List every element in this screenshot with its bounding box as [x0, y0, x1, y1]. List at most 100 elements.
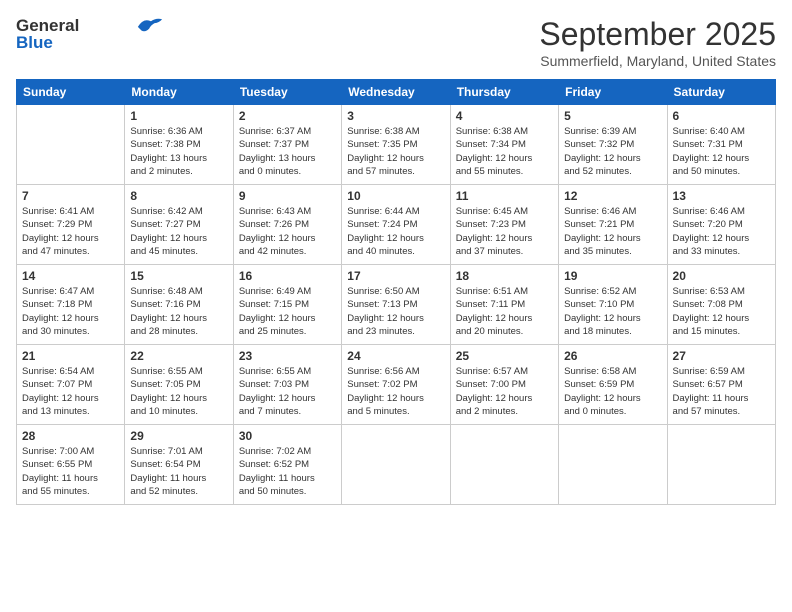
page-header: General Blue September 2025 Summerfield,… [16, 16, 776, 69]
day-of-week-header: Sunday [17, 80, 125, 105]
day-number: 28 [22, 429, 119, 443]
calendar-cell: 27 Sunrise: 6:59 AM Sunset: 6:57 PM Dayli… [667, 345, 775, 425]
day-of-week-header: Tuesday [233, 80, 341, 105]
calendar-cell: 8 Sunrise: 6:42 AM Sunset: 7:27 PM Daylig… [125, 185, 233, 265]
day-number: 25 [456, 349, 553, 363]
week-row: 21Sunrise: 6:54 AM Sunset: 7:07 PM Dayli… [17, 345, 776, 425]
day-number: 1 [130, 109, 227, 123]
logo: General Blue [16, 16, 164, 52]
day-info: Sunrise: 6:45 AM Sunset: 7:23 PM Dayligh… [456, 205, 553, 258]
day-info: Sunrise: 7:02 AM Sunset: 6:52 PM Dayligh… [239, 445, 336, 498]
calendar-cell: 14 Sunrise: 6:47 AM Sunset: 7:18 PM Dayli… [17, 265, 125, 345]
day-number: 30 [239, 429, 336, 443]
day-info: Sunrise: 7:01 AM Sunset: 6:54 PM Dayligh… [130, 445, 227, 498]
day-info: Sunrise: 6:40 AM Sunset: 7:31 PM Dayligh… [673, 125, 770, 178]
day-info: Sunrise: 6:57 AM Sunset: 7:00 PM Dayligh… [456, 365, 553, 418]
calendar-table: SundayMondayTuesdayWednesdayThursdayFrid… [16, 79, 776, 505]
day-number: 22 [130, 349, 227, 363]
calendar-cell: 26 Sunrise: 6:58 AM Sunset: 6:59 PM Dayli… [559, 345, 667, 425]
day-info: Sunrise: 6:41 AM Sunset: 7:29 PM Dayligh… [22, 205, 119, 258]
calendar-cell: 18 Sunrise: 6:51 AM Sunset: 7:11 PM Dayli… [450, 265, 558, 345]
day-number: 19 [564, 269, 661, 283]
calendar-cell: 11 Sunrise: 6:45 AM Sunset: 7:23 PM Dayli… [450, 185, 558, 265]
day-of-week-header: Monday [125, 80, 233, 105]
day-number: 10 [347, 189, 444, 203]
day-info: Sunrise: 6:55 AM Sunset: 7:05 PM Dayligh… [130, 365, 227, 418]
day-number: 23 [239, 349, 336, 363]
day-number: 20 [673, 269, 770, 283]
logo-line2: Blue [16, 34, 164, 53]
day-info: Sunrise: 6:38 AM Sunset: 7:35 PM Dayligh… [347, 125, 444, 178]
calendar-cell [559, 425, 667, 505]
day-info: Sunrise: 6:44 AM Sunset: 7:24 PM Dayligh… [347, 205, 444, 258]
day-number: 15 [130, 269, 227, 283]
calendar-cell: 16Sunrise: 6:49 AM Sunset: 7:15 PM Dayli… [233, 265, 341, 345]
day-number: 5 [564, 109, 661, 123]
day-info: Sunrise: 6:50 AM Sunset: 7:13 PM Dayligh… [347, 285, 444, 338]
day-of-week-header: Wednesday [342, 80, 450, 105]
day-info: Sunrise: 6:46 AM Sunset: 7:20 PM Dayligh… [673, 205, 770, 258]
day-number: 12 [564, 189, 661, 203]
day-of-week-header: Saturday [667, 80, 775, 105]
week-row: 7 Sunrise: 6:41 AM Sunset: 7:29 PM Daylig… [17, 185, 776, 265]
day-info: Sunrise: 6:43 AM Sunset: 7:26 PM Dayligh… [239, 205, 336, 258]
day-number: 26 [564, 349, 661, 363]
day-number: 18 [456, 269, 553, 283]
calendar-cell: 3 Sunrise: 6:38 AM Sunset: 7:35 PM Daylig… [342, 105, 450, 185]
calendar-cell: 30 Sunrise: 7:02 AM Sunset: 6:52 PM Dayli… [233, 425, 341, 505]
calendar-cell: 15 Sunrise: 6:48 AM Sunset: 7:16 PM Dayli… [125, 265, 233, 345]
week-row: 1 Sunrise: 6:36 AM Sunset: 7:38 PM Daylig… [17, 105, 776, 185]
day-number: 27 [673, 349, 770, 363]
calendar-cell: 1 Sunrise: 6:36 AM Sunset: 7:38 PM Daylig… [125, 105, 233, 185]
day-info: Sunrise: 6:48 AM Sunset: 7:16 PM Dayligh… [130, 285, 227, 338]
calendar-cell: 20 Sunrise: 6:53 AM Sunset: 7:08 PM Dayli… [667, 265, 775, 345]
day-number: 6 [673, 109, 770, 123]
day-info: Sunrise: 6:46 AM Sunset: 7:21 PM Dayligh… [564, 205, 661, 258]
day-info: Sunrise: 6:59 AM Sunset: 6:57 PM Dayligh… [673, 365, 770, 418]
location-title: Summerfield, Maryland, United States [539, 53, 776, 69]
day-info: Sunrise: 6:55 AM Sunset: 7:03 PM Dayligh… [239, 365, 336, 418]
day-info: Sunrise: 7:00 AM Sunset: 6:55 PM Dayligh… [22, 445, 119, 498]
day-of-week-header: Thursday [450, 80, 558, 105]
day-number: 3 [347, 109, 444, 123]
calendar-cell: 19Sunrise: 6:52 AM Sunset: 7:10 PM Dayli… [559, 265, 667, 345]
calendar-cell: 23 Sunrise: 6:55 AM Sunset: 7:03 PM Dayli… [233, 345, 341, 425]
day-number: 7 [22, 189, 119, 203]
day-info: Sunrise: 6:51 AM Sunset: 7:11 PM Dayligh… [456, 285, 553, 338]
calendar-header-row: SundayMondayTuesdayWednesdayThursdayFrid… [17, 80, 776, 105]
week-row: 14 Sunrise: 6:47 AM Sunset: 7:18 PM Dayli… [17, 265, 776, 345]
day-number: 24 [347, 349, 444, 363]
day-info: Sunrise: 6:42 AM Sunset: 7:27 PM Dayligh… [130, 205, 227, 258]
calendar-cell: 10 Sunrise: 6:44 AM Sunset: 7:24 PM Dayli… [342, 185, 450, 265]
calendar-cell [667, 425, 775, 505]
calendar-cell: 5 Sunrise: 6:39 AM Sunset: 7:32 PM Daylig… [559, 105, 667, 185]
day-number: 17 [347, 269, 444, 283]
calendar-cell: 6 Sunrise: 6:40 AM Sunset: 7:31 PM Daylig… [667, 105, 775, 185]
calendar-cell: 29Sunrise: 7:01 AM Sunset: 6:54 PM Dayli… [125, 425, 233, 505]
day-info: Sunrise: 6:47 AM Sunset: 7:18 PM Dayligh… [22, 285, 119, 338]
calendar-cell: 22 Sunrise: 6:55 AM Sunset: 7:05 PM Dayli… [125, 345, 233, 425]
day-info: Sunrise: 6:58 AM Sunset: 6:59 PM Dayligh… [564, 365, 661, 418]
day-number: 9 [239, 189, 336, 203]
calendar-cell: 2Sunrise: 6:37 AM Sunset: 7:37 PM Daylig… [233, 105, 341, 185]
day-info: Sunrise: 6:53 AM Sunset: 7:08 PM Dayligh… [673, 285, 770, 338]
day-number: 2 [239, 109, 336, 123]
calendar-cell: 28 Sunrise: 7:00 AM Sunset: 6:55 PM Dayli… [17, 425, 125, 505]
day-info: Sunrise: 6:39 AM Sunset: 7:32 PM Dayligh… [564, 125, 661, 178]
title-area: September 2025 Summerfield, Maryland, Un… [539, 16, 776, 69]
day-number: 14 [22, 269, 119, 283]
calendar-cell [17, 105, 125, 185]
calendar-cell: 13Sunrise: 6:46 AM Sunset: 7:20 PM Dayli… [667, 185, 775, 265]
day-number: 11 [456, 189, 553, 203]
day-info: Sunrise: 6:36 AM Sunset: 7:38 PM Dayligh… [130, 125, 227, 178]
calendar-cell [450, 425, 558, 505]
calendar-cell: 25 Sunrise: 6:57 AM Sunset: 7:00 PM Dayli… [450, 345, 558, 425]
calendar-cell: 21Sunrise: 6:54 AM Sunset: 7:07 PM Dayli… [17, 345, 125, 425]
day-number: 4 [456, 109, 553, 123]
calendar-cell: 12 Sunrise: 6:46 AM Sunset: 7:21 PM Dayli… [559, 185, 667, 265]
day-info: Sunrise: 6:56 AM Sunset: 7:02 PM Dayligh… [347, 365, 444, 418]
calendar-cell [342, 425, 450, 505]
logo-bird-icon [136, 15, 164, 35]
day-of-week-header: Friday [559, 80, 667, 105]
day-number: 8 [130, 189, 227, 203]
